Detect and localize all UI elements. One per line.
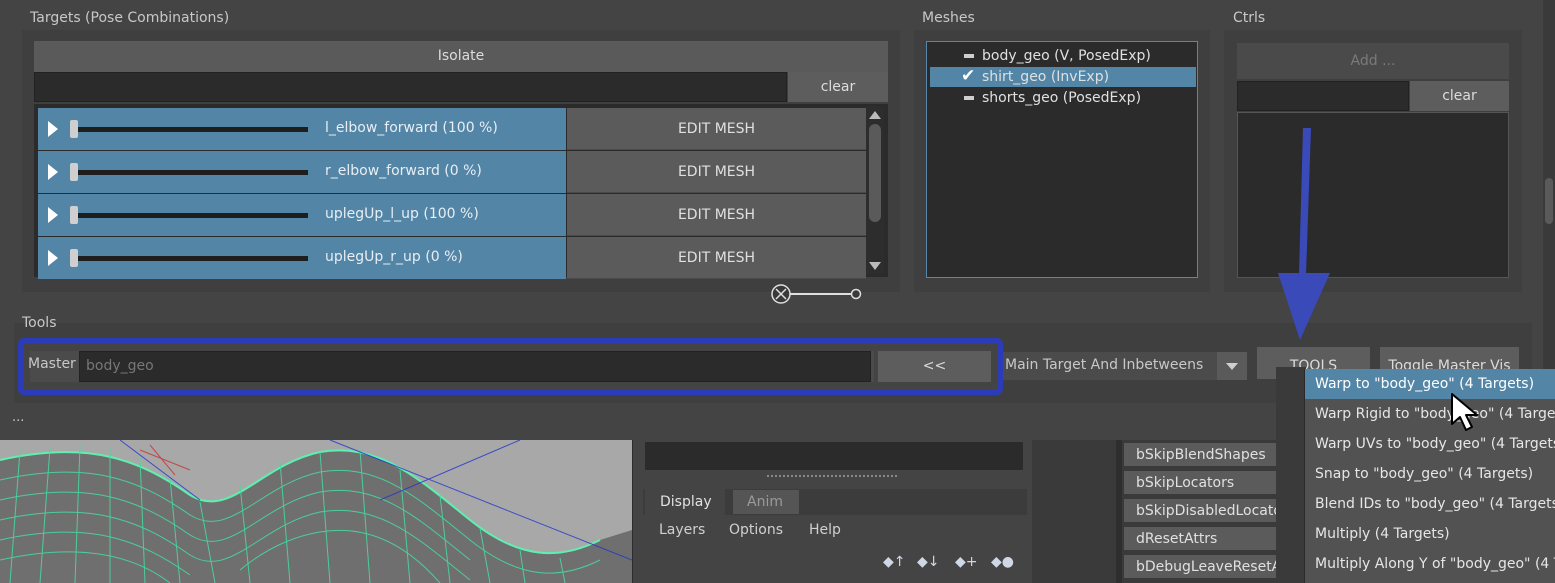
targets-filter-input[interactable] [34,72,787,102]
attr-row[interactable]: dResetAttrs [1124,527,1284,552]
menu-shadow [1276,367,1306,583]
isolate-button[interactable]: Isolate [34,41,888,72]
attr-row[interactable]: bSkipDisabledLocators [1124,499,1284,524]
target-weight-slider[interactable] [70,213,308,218]
menu-item-warp-rigid[interactable]: Warp Rigid to "body_geo" (4 Targets) [1305,399,1555,429]
unchecked-icon[interactable] [964,54,974,58]
tab-display[interactable]: Display [645,489,725,515]
checkmark-icon[interactable]: ✔ [961,66,975,86]
ctrls-title: Ctrls [1233,10,1266,26]
add-ctrl-button[interactable]: Add ... [1237,43,1509,79]
attr-row[interactable]: bSkipBlendShapes [1124,443,1284,468]
target-row[interactable]: r_elbow_forward (0 %) EDIT MESH [38,151,866,193]
dialog-scroll-thumb[interactable] [1545,178,1553,224]
wireframe-mesh [0,440,632,583]
mesh-item-shorts-geo[interactable]: shorts_geo (PosedExp) [930,88,1196,108]
targets-list: l_elbow_forward (100 %) EDIT MESH r_elbo… [34,104,888,279]
ctrls-clear-button[interactable]: clear [1410,81,1509,111]
target-row-body[interactable]: r_elbow_forward (0 %) [38,151,566,193]
menu-item-warp[interactable]: Warp to "body_geo" (4 Targets) [1305,369,1555,399]
mesh-item-body-geo[interactable]: body_geo (V, PosedExp) [930,46,1196,66]
edit-mesh-button[interactable]: EDIT MESH [567,194,866,236]
menu-layers[interactable]: Layers [659,522,705,538]
tab-anim[interactable]: Anim [733,490,799,514]
scroll-up-icon[interactable] [869,111,881,119]
target-row-body[interactable]: uplegUp_l_up (100 %) [38,194,566,236]
target-row[interactable]: uplegUp_r_up (0 %) EDIT MESH [38,237,866,279]
tools-title: Tools [22,315,57,331]
expand-arrow-icon[interactable] [48,121,58,137]
dropdown-button[interactable] [1217,352,1247,380]
layer-editor: Display Anim Layers Options Help ◆↑ ◆↓ ◆… [632,440,1032,583]
menu-item-multiply-along-y[interactable]: Multiply Along Y of "body_geo" (4 Target… [1305,549,1555,579]
chevron-down-icon [1226,363,1238,370]
target-row-body[interactable]: uplegUp_r_up (0 %) [38,237,566,279]
mode-dropdown[interactable]: Main Target And Inbetweens [1003,352,1247,380]
expand-arrow-icon[interactable] [48,250,58,266]
3d-viewport[interactable] [0,440,632,583]
move-layer-down-icon[interactable]: ◆↓ [917,554,940,570]
slider-handle[interactable] [70,249,78,267]
edit-mesh-button[interactable]: EDIT MESH [567,108,866,150]
slider-handle[interactable] [70,163,78,181]
target-label: uplegUp_l_up (100 %) [325,206,479,222]
new-layer-selected-icon[interactable]: ◆● [991,554,1014,570]
expand-arrow-icon[interactable] [48,164,58,180]
ellipsis-text: ... [12,410,25,425]
expand-arrow-icon[interactable] [48,207,58,223]
layer-list [645,442,1023,470]
set-master-button[interactable]: << [878,351,991,382]
slider-handle[interactable] [70,120,78,138]
targets-title: Targets (Pose Combinations) [30,10,230,26]
target-weight-slider[interactable] [70,127,308,132]
menu-help[interactable]: Help [809,522,841,538]
row-size-slider[interactable] [768,282,868,306]
target-row[interactable]: uplegUp_l_up (100 %) EDIT MESH [38,194,866,236]
slider-handle[interactable] [70,206,78,224]
target-row-body[interactable]: l_elbow_forward (100 %) [38,108,566,150]
unchecked-icon[interactable] [964,96,974,100]
menu-options[interactable]: Options [729,522,783,538]
target-label: r_elbow_forward (0 %) [325,163,482,179]
mesh-label: shorts_geo (PosedExp) [982,90,1142,106]
resize-handle[interactable] [767,475,897,478]
attr-row[interactable]: bDebugLeaveResetAttrs [1124,555,1284,580]
edit-mesh-button[interactable]: EDIT MESH [567,237,866,279]
attr-row[interactable]: bSkipLocators [1124,471,1284,496]
attribute-list: bSkipBlendShapes bSkipLocators bSkipDisa… [1032,440,1292,583]
targets-scrollbar[interactable] [866,106,884,274]
mesh-label: shirt_geo (InvExp) [982,69,1110,85]
meshes-list: body_geo (V, PosedExp) ✔ shirt_geo (InvE… [926,41,1198,278]
scroll-down-icon[interactable] [869,262,881,270]
target-weight-slider[interactable] [70,256,308,261]
attr-divider [1116,440,1122,583]
master-input[interactable]: body_geo [79,351,871,382]
menu-item-warp-uvs[interactable]: Warp UVs to "body_geo" (4 Targets) [1305,429,1555,459]
menu-item-blend-ids[interactable]: Blend IDs to "body_geo" (4 Targets) [1305,489,1555,519]
edit-mesh-button[interactable]: EDIT MESH [567,151,866,193]
target-label: uplegUp_r_up (0 %) [325,249,463,265]
mesh-item-shirt-geo[interactable]: ✔ shirt_geo (InvExp) [930,66,1196,87]
new-layer-icon[interactable]: ◆+ [955,554,978,570]
scroll-thumb[interactable] [869,124,881,222]
master-highlight: Master body_geo << [18,338,1003,395]
master-label: Master [28,356,76,372]
targets-clear-button[interactable]: clear [788,72,888,102]
mesh-label: body_geo (V, PosedExp) [982,48,1151,64]
menu-item-multiply[interactable]: Multiply (4 Targets) [1305,519,1555,549]
annotation-arrow-icon [1278,128,1330,340]
ctrls-filter-input[interactable] [1237,81,1409,111]
target-row[interactable]: l_elbow_forward (100 %) EDIT MESH [38,108,866,150]
target-label: l_elbow_forward (100 %) [325,120,498,136]
menu-item-snap[interactable]: Snap to "body_geo" (4 Targets) [1305,459,1555,489]
mode-value: Main Target And Inbetweens [1005,357,1204,373]
move-layer-up-icon[interactable]: ◆↑ [883,554,906,570]
target-weight-slider[interactable] [70,170,308,175]
meshes-title: Meshes [922,10,975,26]
tools-context-menu: Warp to "body_geo" (4 Targets) Warp Rigi… [1304,369,1555,583]
mouse-cursor-icon [1451,393,1478,431]
